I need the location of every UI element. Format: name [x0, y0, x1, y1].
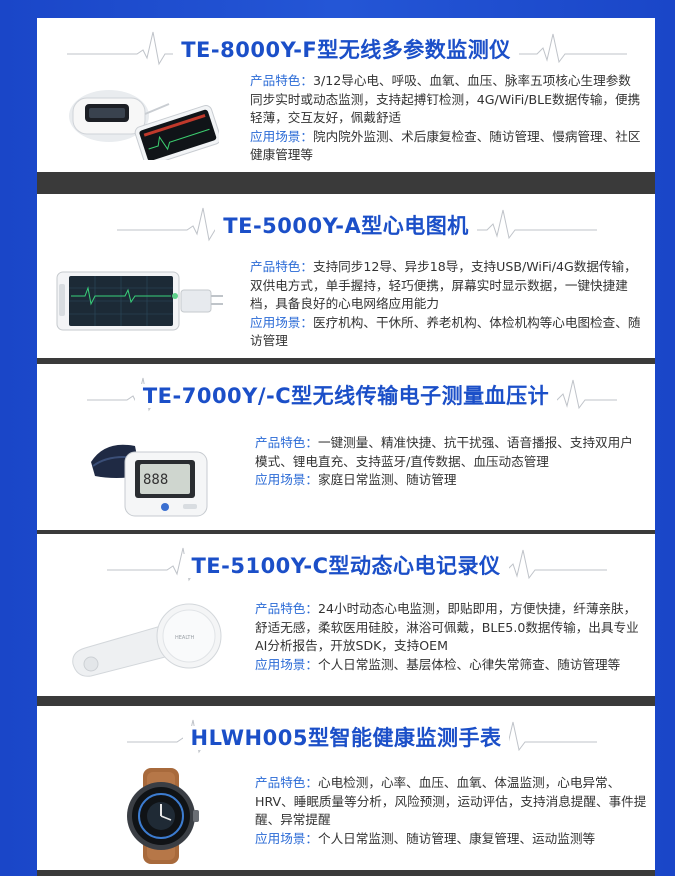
product-description: 产品特色：心电检测，心率、血压、血氧、体温监测，心电异常、HRV、睡眠质量等分析… — [255, 774, 647, 848]
scene-label: 应用场景： — [250, 128, 313, 144]
ecg-tablet-icon — [55, 266, 225, 336]
product-description: 产品特色：一键测量、精准快捷、抗干扰强、语音播报、支持双用户模式、锂电直充、支持… — [255, 434, 645, 490]
feature-label: 产品特色： — [255, 435, 318, 450]
product-list: TE-8000Y-F型无线多参数监测仪 产品特色：3/12导心电、呼吸、血氧、血… — [37, 18, 655, 876]
title-row: TE-5000Y-A型心电图机 — [37, 200, 655, 244]
svg-text:HEALTH: HEALTH — [175, 635, 194, 641]
product-title: TE-8000Y-F型无线多参数监测仪 — [173, 38, 519, 62]
scene-label: 应用场景： — [250, 314, 313, 330]
product-card: TE-8000Y-F型无线多参数监测仪 产品特色：3/12导心电、呼吸、血氧、血… — [37, 18, 655, 172]
feature-label: 产品特色： — [255, 775, 318, 790]
title-row: TE-7000Y/-C型无线传输电子测量血压计 — [37, 370, 655, 414]
product-title: TE-5100Y-C型动态心电记录仪 — [183, 554, 509, 578]
feature-label: 产品特色： — [250, 73, 313, 88]
product-description: 产品特色：3/12导心电、呼吸、血氧、血压、脉率五项核心生理参数同步实时或动态监… — [250, 72, 642, 165]
product-description: 产品特色：支持同步12导、异步18导，支持USB/WiFi/4G数据传输，双供电… — [250, 258, 642, 351]
product-card: TE-5000Y-A型心电图机 产品特色：支持同步12导、异步18导，支持USB… — [37, 194, 655, 358]
feature-label: 产品特色： — [250, 259, 313, 274]
product-description: 产品特色：24小时动态心电监测，即贴即用，方便快捷，纤薄亲肤，舒适无感，柔软医用… — [255, 600, 645, 674]
scene-label: 应用场景： — [255, 472, 318, 488]
multi-parameter-monitor-icon — [59, 74, 222, 166]
title-row: HLWH005型智能健康监测手表 — [37, 712, 655, 756]
smart-watch-icon — [111, 768, 211, 864]
product-card: TE-5100Y-C型动态心电记录仪 HEALTH 产品特色：24小时动态心电监… — [37, 534, 655, 696]
product-card: TE-7000Y/-C型无线传输电子测量血压计 888 产品特色：一键测量、精准… — [37, 364, 655, 530]
blood-pressure-monitor-icon: 888 — [85, 432, 215, 524]
product-title: HLWH005型智能健康监测手表 — [182, 726, 510, 750]
title-row: TE-5100Y-C型动态心电记录仪 — [37, 540, 655, 584]
title-row: TE-8000Y-F型无线多参数监测仪 — [37, 24, 655, 68]
scene-text: 个人日常监测、随访管理、康复管理、运动监测等 — [317, 830, 596, 846]
scene-label: 应用场景： — [255, 656, 318, 672]
scene-text: 个人日常监测、基层体检、心律失常筛查、随访管理等 — [317, 656, 621, 672]
scene-text: 家庭日常监测、随访管理 — [317, 472, 457, 488]
product-card: HLWH005型智能健康监测手表 产品特色：心电检测，心率、血压、血氧、体温监测… — [37, 706, 655, 870]
svg-text:888: 888 — [143, 472, 168, 488]
scene-label: 应用场景： — [255, 830, 318, 846]
product-title: TE-5000Y-A型心电图机 — [215, 214, 477, 238]
product-title: TE-7000Y/-C型无线传输电子测量血压计 — [134, 384, 558, 408]
ecg-patch-recorder-icon: HEALTH — [65, 602, 225, 688]
feature-label: 产品特色： — [255, 601, 318, 616]
